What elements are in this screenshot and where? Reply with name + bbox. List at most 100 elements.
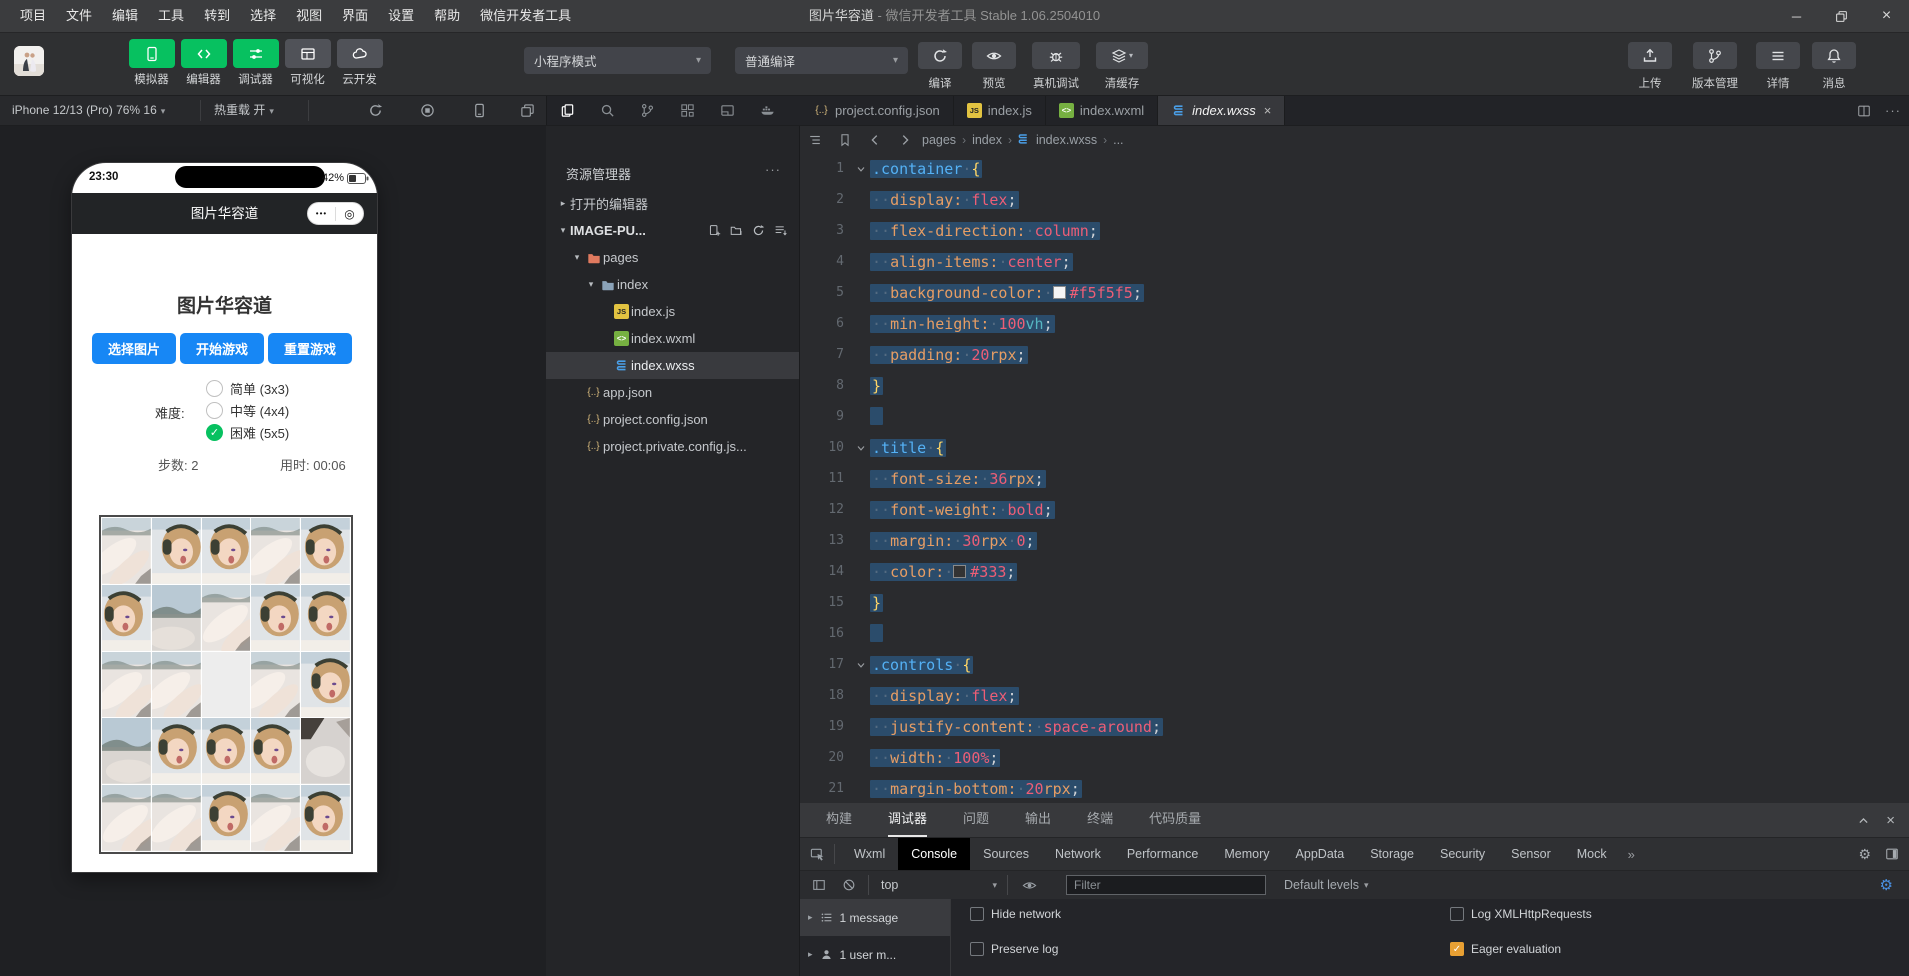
puzzle-tile[interactable] [151, 651, 201, 718]
breadcrumb-item[interactable]: ... [1111, 133, 1125, 147]
panel-tab-输出[interactable]: 输出 [1025, 803, 1051, 837]
checkbox-unchecked[interactable] [1450, 907, 1464, 921]
tree-item-index.wxml[interactable]: <> index.wxml [546, 325, 799, 352]
difficulty-option-困难 (5x5)[interactable]: ✓ 困难 (5x5) [206, 423, 289, 442]
fold-icon[interactable] [852, 659, 870, 671]
minimize-button[interactable]: ─ [1774, 0, 1819, 32]
context-select[interactable]: top ▾ [881, 878, 997, 892]
close-tab-icon[interactable]: × [1264, 103, 1272, 118]
console-settings-icon[interactable]: ⚙ [1880, 876, 1893, 894]
radio-unchecked-icon[interactable] [206, 402, 223, 419]
search-icon[interactable] [587, 96, 627, 125]
devtools-settings-icon[interactable]: ⚙ [1858, 846, 1871, 863]
menu-工具[interactable]: 工具 [148, 0, 194, 32]
tree-expanded-icon[interactable]: ▾ [556, 225, 570, 236]
forward-icon[interactable] [890, 133, 920, 147]
difficulty-option-简单 (3x3)[interactable]: 简单 (3x3) [206, 379, 289, 398]
puzzle-tile[interactable] [301, 718, 350, 785]
puzzle-tile[interactable] [251, 518, 301, 584]
close-capsule-icon[interactable]: ◎ [336, 207, 363, 221]
maximize-button[interactable] [1819, 0, 1864, 32]
tree-expanded-icon[interactable]: ▾ [570, 252, 584, 263]
devtools-tab-Storage[interactable]: Storage [1357, 838, 1427, 870]
menu-文件[interactable]: 文件 [56, 0, 102, 32]
menu-视图[interactable]: 视图 [286, 0, 332, 32]
panel-close-icon[interactable]: × [1886, 812, 1895, 829]
menu-界面[interactable]: 界面 [332, 0, 378, 32]
mode-button-可视化[interactable]: 可视化 [284, 39, 331, 87]
more-actions-icon[interactable]: ··· [1885, 103, 1901, 118]
tree-collapsed-icon[interactable]: ▸ [808, 949, 813, 960]
上传-button[interactable] [1628, 42, 1672, 69]
new-file-icon[interactable] [708, 224, 721, 237]
puzzle-tile[interactable] [102, 651, 151, 718]
tree-collapsed-icon[interactable]: ▸ [556, 198, 570, 209]
devtools-tab-Mock[interactable]: Mock [1564, 838, 1620, 870]
puzzle-tile[interactable] [201, 518, 251, 584]
panel-tab-终端[interactable]: 终端 [1087, 803, 1113, 837]
radio-checked-icon[interactable]: ✓ [206, 424, 223, 441]
panel-tab-代码质量[interactable]: 代码质量 [1149, 803, 1201, 837]
tab-index.js[interactable]: JS index.js [954, 96, 1046, 125]
devtools-tab-Performance[interactable]: Performance [1114, 838, 1212, 870]
预览-button[interactable] [972, 42, 1016, 69]
device-view-icon[interactable] [464, 96, 494, 125]
版本管理-button[interactable] [1693, 42, 1737, 69]
difficulty-option-中等 (4x4)[interactable]: 中等 (4x4) [206, 401, 289, 420]
tab-overflow-icon[interactable]: » [1620, 847, 1643, 862]
option-Hide network[interactable]: Hide network [970, 907, 1061, 921]
compile-mode-select[interactable]: 普通编译 ▾ [735, 47, 908, 74]
puzzle-tile[interactable] [301, 785, 350, 851]
avatar[interactable] [14, 46, 44, 76]
menu-编辑[interactable]: 编辑 [102, 0, 148, 32]
tree-expanded-icon[interactable]: ▾ [584, 279, 598, 290]
puzzle-tile[interactable] [251, 651, 301, 718]
mode-button-模拟器[interactable]: 模拟器 [128, 39, 175, 87]
devtools-tab-Sources[interactable]: Sources [970, 838, 1042, 870]
color-swatch[interactable] [1052, 285, 1066, 299]
tree-item-index[interactable]: ▾ index [546, 271, 799, 298]
more-menu-icon[interactable]: ••• [308, 209, 335, 218]
sim-button-选择图片[interactable]: 选择图片 [92, 333, 176, 364]
panel-tab-构建[interactable]: 构建 [826, 803, 852, 837]
option-Eager evaluation[interactable]: ✓ Eager evaluation [1450, 942, 1561, 956]
puzzle-tile[interactable] [151, 584, 201, 651]
puzzle-tile[interactable] [201, 584, 251, 651]
puzzle-tile[interactable] [102, 584, 151, 651]
radio-unchecked-icon[interactable] [206, 380, 223, 397]
详情-button[interactable] [1756, 42, 1800, 69]
checkbox-checked[interactable]: ✓ [1450, 942, 1464, 956]
puzzle-tile[interactable] [102, 785, 151, 851]
hot-reload-toggle[interactable]: 热重载 开 ▾ [214, 96, 274, 125]
puzzle-tile[interactable] [301, 651, 350, 718]
tab-index.wxml[interactable]: <> index.wxml [1046, 96, 1159, 125]
extensions-icon[interactable] [667, 96, 707, 125]
menu-选择[interactable]: 选择 [240, 0, 286, 32]
capsule-menu[interactable]: ••• ◎ [307, 202, 364, 225]
devtools-tab-Console[interactable]: Console [898, 838, 971, 870]
tree-item-打开的编辑器[interactable]: ▸ 打开的编辑器 [546, 190, 799, 217]
真机调试-button[interactable] [1032, 42, 1080, 69]
puzzle-tile[interactable] [201, 785, 251, 851]
clear-console-icon[interactable] [834, 878, 864, 892]
menu-项目[interactable]: 项目 [10, 0, 56, 32]
sim-button-开始游戏[interactable]: 开始游戏 [180, 333, 264, 364]
puzzle-tile[interactable] [251, 718, 301, 785]
restart-simulator-icon[interactable] [360, 96, 390, 125]
tree-item-app.json[interactable]: {..} app.json [546, 379, 799, 406]
option-Log XMLHttpRequests[interactable]: Log XMLHttpRequests [1450, 907, 1592, 921]
tab-index.wxss[interactable]: index.wxss × [1158, 96, 1286, 125]
inspect-element-icon[interactable] [800, 847, 834, 862]
sim-button-重置游戏[interactable]: 重置游戏 [268, 333, 352, 364]
panel-collapse-icon[interactable] [1857, 814, 1870, 827]
puzzle-tile[interactable] [251, 785, 301, 851]
devtools-tab-AppData[interactable]: AppData [1283, 838, 1358, 870]
menu-帮助[interactable]: 帮助 [424, 0, 470, 32]
breadcrumb-item[interactable]: pages [920, 133, 958, 147]
tree-item-project.config.json[interactable]: {..} project.config.json [546, 406, 799, 433]
bookmark-icon[interactable] [830, 133, 860, 147]
消息-button[interactable] [1812, 42, 1856, 69]
puzzle-tile[interactable] [102, 518, 151, 584]
puzzle-tile[interactable] [201, 718, 251, 785]
color-swatch[interactable] [953, 564, 967, 578]
